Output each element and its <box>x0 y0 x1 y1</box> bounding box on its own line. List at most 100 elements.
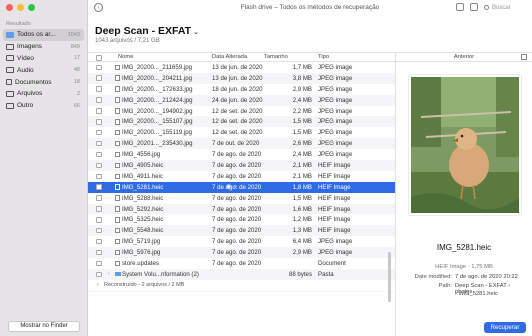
row-name: IMG_20200..._204211.jpg <box>122 74 193 82</box>
column-header-size[interactable]: Tamanho <box>264 54 288 60</box>
row-name: IMG_5292.heic <box>122 205 164 213</box>
row-checkbox[interactable] <box>96 64 102 71</box>
app-window: Resultado Todos os ar... 1043 Imagens 84… <box>0 0 532 336</box>
row-checkbox[interactable] <box>96 97 102 103</box>
file-icon <box>115 97 120 103</box>
table-row[interactable]: › System Volu...nformation (2) 88 bytes Pas… <box>88 268 395 280</box>
table-row[interactable]: IMG_20200..._204211.jpg 13 de jun. de 202… <box>88 72 395 84</box>
row-type: JPEG image <box>318 140 353 148</box>
row-type: JPEG image <box>318 238 353 246</box>
scrollbar[interactable] <box>388 252 391 302</box>
file-icon <box>115 108 120 114</box>
path-value-2: › IMG_5281.heic <box>455 291 498 297</box>
row-checkbox[interactable] <box>96 260 102 267</box>
file-icon <box>115 195 120 201</box>
recover-button[interactable]: Recuperar <box>484 322 526 333</box>
row-checkbox[interactable] <box>96 271 102 278</box>
table-row[interactable]: IMG_4905.heic 7 de ago. de 2020 2,1 MB HEIF… <box>88 160 395 171</box>
row-checkbox[interactable] <box>96 173 102 179</box>
row-checkbox[interactable] <box>96 249 102 256</box>
audio-icon <box>6 67 14 74</box>
row-size: 1,5 MB <box>292 118 312 126</box>
row-name: IMG_20200..._155107.jpg <box>122 118 193 126</box>
row-checkbox[interactable] <box>96 217 102 223</box>
sidebar-item-count: 1043 <box>67 31 80 38</box>
row-name: IMG_20200..._172633.jpg <box>122 85 193 93</box>
sidebar-item-images[interactable]: Imagens 849 <box>3 41 84 53</box>
column-header-name[interactable]: Nome <box>118 54 133 60</box>
row-checkbox[interactable] <box>96 206 102 212</box>
file-icon <box>115 151 120 158</box>
row-checkbox[interactable] <box>96 227 102 234</box>
scan-title[interactable]: Deep Scan - EXFAT ⌄ <box>95 25 199 37</box>
row-name: store.updates <box>122 260 159 268</box>
table-row[interactable]: IMG_5325.heic 7 de ago. de 2020 1,2 MB HEIF… <box>88 214 395 225</box>
row-checkbox[interactable] <box>96 238 102 245</box>
row-size: 2,1 MB <box>292 162 312 170</box>
sidebar-item-audio[interactable]: Áudio 48 <box>3 64 84 76</box>
chick-photo <box>411 77 519 213</box>
table-row[interactable]: IMG_5976.jpg 7 de ago. de 2020 2,9 MB JPEG … <box>88 247 395 259</box>
table-row[interactable]: IMG_20201..._235430.jpg 7 de out. de 2020… <box>88 138 395 150</box>
table-row[interactable]: IMG_5288.heic 7 de ago. de 2020 1,5 MB HEIF… <box>88 193 395 204</box>
table-row[interactable]: IMG_5719.jpg 7 de ago. de 2020 6,4 MB JPEG … <box>88 236 395 247</box>
other-icon <box>6 102 14 109</box>
table-row[interactable]: IMG_20200..._212424.jpg 24 de jun. de 202… <box>88 94 395 106</box>
row-checkbox[interactable] <box>96 86 102 92</box>
preview-date-row: Date modified: 7 de ago. de 2020 20:22 <box>400 274 528 280</box>
sidebar-item-documents[interactable]: Documentos 18 <box>3 76 84 88</box>
sidebar-item-video[interactable]: Vídeo 17 <box>3 53 84 65</box>
search-field[interactable]: Buscar <box>484 3 526 13</box>
table-row[interactable]: IMG_5292.heic 7 de ago. de 2020 1,6 MB HEIF… <box>88 203 395 215</box>
search-icon <box>484 4 489 10</box>
sidebar-item-all-files[interactable]: Todos os ar... 1043 <box>3 29 84 41</box>
expand-preview-icon[interactable] <box>521 54 527 60</box>
sidebar-item-archives[interactable]: Arquivos 2 <box>3 88 84 100</box>
row-checkbox[interactable] <box>96 140 102 147</box>
row-checkbox[interactable] <box>96 195 102 201</box>
row-checkbox[interactable] <box>96 75 102 81</box>
sidebar-item-other[interactable]: Outro 66 <box>3 100 84 112</box>
row-checkbox[interactable] <box>96 129 102 136</box>
group-row[interactable]: › Reconstruído - 2 arquivos / 2 MB <box>88 280 395 291</box>
row-checkbox[interactable] <box>96 184 102 190</box>
group-row[interactable]: ›Rótulo reconstruído - 348 arquivos / 1,… <box>88 290 395 292</box>
sidebar-item-count: 17 <box>73 55 80 62</box>
file-icon <box>115 260 120 267</box>
table-row[interactable]: IMG_20200..._172633.jpg 18 de jun. de 202… <box>88 84 395 95</box>
table-row[interactable]: IMG_20200..._211659.jpg 13 de jun. de 202… <box>88 62 395 73</box>
table-row[interactable]: IMG_4556.jpg 7 de ago. de 2020 2,4 MB JPEG … <box>88 149 395 160</box>
row-checkbox[interactable] <box>96 119 102 125</box>
select-all-checkbox[interactable] <box>96 55 102 61</box>
row-size: 2,2 MB <box>292 107 312 115</box>
table-row[interactable]: store.updates 7 de ago. de 2020 Document <box>88 258 395 269</box>
table-row-selected[interactable]: IMG_5281.heic ◉○ 7 de ago. de 2020 1,8 MB HE… <box>88 181 395 193</box>
row-checkbox[interactable] <box>96 108 102 114</box>
table-row[interactable]: IMG_4911.heic 7 de ago. de 2020 2,1 MB HEIF… <box>88 171 395 182</box>
row-size: 88 bytes <box>288 270 312 278</box>
column-header-type[interactable]: Tipo <box>318 54 329 60</box>
row-checkbox[interactable] <box>96 162 102 169</box>
maximize-window-button[interactable] <box>28 4 35 11</box>
table-row[interactable]: IMG_20200..._155119.jpg 12 de set. de 202… <box>88 127 395 138</box>
title-bar: ‹ Flash drive – Todos os métodos de recu… <box>88 0 532 16</box>
column-header-date[interactable]: Data Alterada <box>212 54 247 60</box>
minimize-window-button[interactable] <box>17 4 24 11</box>
filter-icon[interactable] <box>470 3 478 11</box>
row-type: JPEG image <box>318 118 353 126</box>
table-row[interactable]: IMG_20200..._194902.jpg 12 de set. de 202… <box>88 106 395 117</box>
sidebar-item-label: Áudio <box>17 66 34 74</box>
table-row[interactable]: IMG_5548.heic 7 de ago. de 2020 1,3 MB HEIF… <box>88 225 395 237</box>
view-toggle-icon[interactable] <box>456 3 464 11</box>
row-checkbox[interactable] <box>96 151 102 158</box>
chevron-right-icon[interactable]: › <box>97 282 99 288</box>
row-type: HEIF Image <box>318 172 351 180</box>
row-size: 2,4 MB <box>292 96 312 104</box>
sidebar-item-label: Outro <box>17 102 34 110</box>
disclosure-icon[interactable]: › <box>108 271 110 277</box>
file-table: IMG_20200..._211659.jpg 13 de jun. de 202… <box>88 62 395 292</box>
file-icon <box>115 162 120 169</box>
close-window-button[interactable] <box>6 4 13 11</box>
table-row[interactable]: IMG_20200..._155107.jpg 12 de set. de 202… <box>88 116 395 128</box>
show-in-finder-button[interactable]: Mostrar no Finder <box>8 321 80 332</box>
